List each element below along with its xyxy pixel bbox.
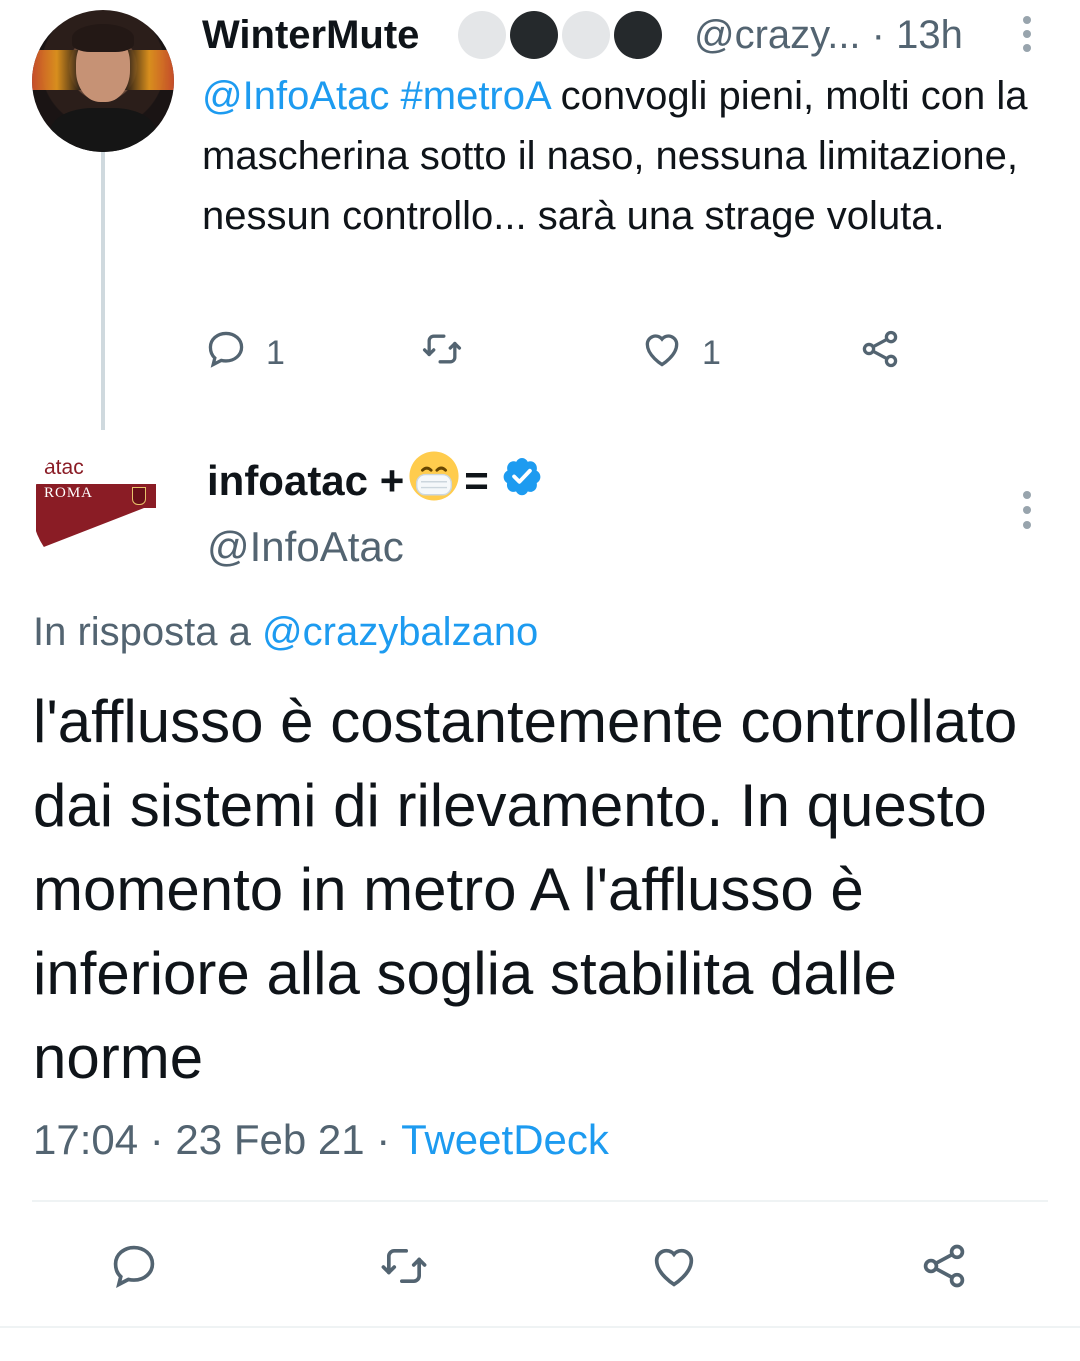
main-display-name-text: infoatac + <box>207 457 405 504</box>
main-handle[interactable]: @InfoAtac <box>207 522 404 572</box>
like-button-main[interactable] <box>648 1240 700 1292</box>
like-icon <box>648 1248 700 1296</box>
divider <box>32 1200 1048 1202</box>
reply-button[interactable]: 1 <box>204 330 285 376</box>
name-emoji-dots <box>458 11 662 59</box>
retweet-icon <box>378 1248 430 1296</box>
main-display-name-suffix: = <box>464 457 489 504</box>
like-button[interactable]: 1 <box>640 330 721 376</box>
more-vertical-icon[interactable] <box>1012 488 1042 532</box>
retweet-button[interactable] <box>420 330 464 376</box>
avatar-logo-word: atac <box>44 456 84 479</box>
avatar-infoatac[interactable]: atac ROMA <box>32 438 172 578</box>
tweet-metadata: 17:04 · 23 Feb 21 · TweetDeck <box>33 1112 609 1168</box>
bottom-divider <box>0 1326 1080 1328</box>
verified-badge-icon <box>493 455 543 507</box>
parent-handle-time[interactable]: @crazy... · 13h <box>694 12 963 58</box>
main-tweet-text: l'afflusso è costantemente controllato d… <box>33 688 1018 1091</box>
more-vertical-icon[interactable] <box>1012 14 1042 54</box>
dot-icon <box>510 11 558 59</box>
face-mask-emoji-icon <box>408 450 460 512</box>
tweet-source-link[interactable]: TweetDeck <box>401 1116 609 1163</box>
dot-icon <box>562 11 610 59</box>
share-icon <box>918 1244 970 1296</box>
retweet-button-main[interactable] <box>378 1240 430 1292</box>
reply-icon <box>108 1245 160 1296</box>
reply-handle-link[interactable]: @crazybalzano <box>262 610 538 654</box>
roma-shield-icon <box>132 487 146 505</box>
retweet-icon <box>420 327 464 380</box>
parent-display-name[interactable]: WinterMute <box>202 12 419 58</box>
replying-to: In risposta a @crazybalzano <box>33 606 538 658</box>
avatar-hair <box>72 24 134 52</box>
avatar-logo-city: ROMA <box>44 485 94 501</box>
dot-icon <box>614 11 662 59</box>
share-button-main[interactable] <box>918 1240 970 1292</box>
reply-button-main[interactable] <box>108 1240 160 1292</box>
main-display-name[interactable]: infoatac + = <box>207 450 543 512</box>
reply-count: 1 <box>266 333 285 372</box>
like-count: 1 <box>702 333 721 372</box>
share-button[interactable] <box>858 330 902 376</box>
avatar-wintermute[interactable] <box>32 10 174 152</box>
avatar-shirt <box>50 108 156 152</box>
thread-connector-line <box>101 152 105 430</box>
reply-icon <box>204 327 248 380</box>
parent-tweet-text: @InfoAtac #metroA convogli pieni, molti … <box>202 66 1042 246</box>
mention-link[interactable]: @InfoAtac <box>202 74 389 118</box>
share-icon <box>858 327 902 380</box>
dot-icon <box>458 11 506 59</box>
hashtag-link[interactable]: #metroA <box>401 74 550 118</box>
reply-prefix: In risposta a <box>33 610 263 654</box>
like-icon <box>640 327 684 380</box>
tweet-timestamp: 17:04 · 23 Feb 21 · <box>33 1116 402 1163</box>
avatar-logo-ribbon <box>36 508 144 550</box>
